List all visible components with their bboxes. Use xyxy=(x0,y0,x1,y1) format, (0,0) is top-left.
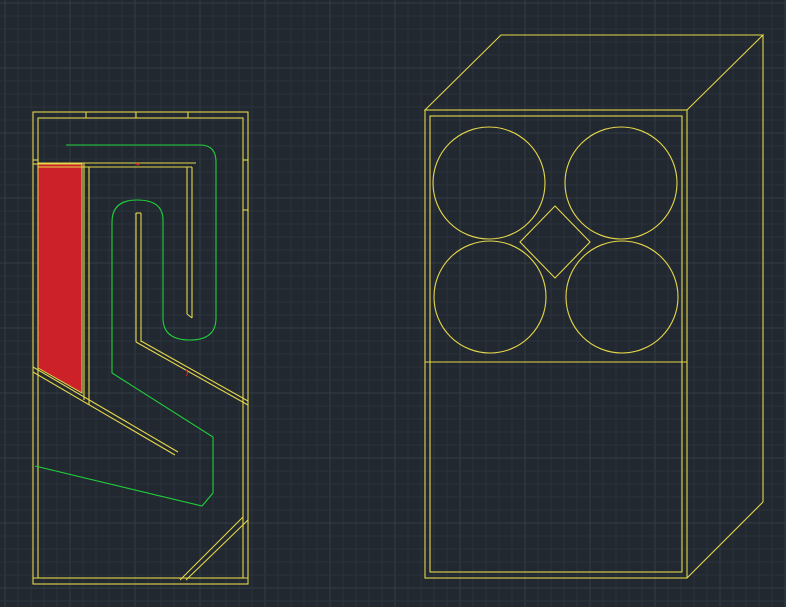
center-port-diamond xyxy=(519,205,591,279)
background-grid xyxy=(0,0,786,607)
driver-top-left xyxy=(432,126,546,240)
cabinet-section-view xyxy=(32,111,249,585)
diagonal-panel xyxy=(135,341,249,406)
cabinet-front-inner xyxy=(429,115,683,573)
driver-bottom-right xyxy=(565,240,679,354)
cabinet-front-outer xyxy=(424,109,688,579)
cabinet-top-face xyxy=(423,34,765,111)
lower-diagonal-panel xyxy=(32,371,176,456)
cabinet-side-edge xyxy=(686,501,764,579)
driver-bottom-left xyxy=(433,240,547,354)
cad-drawing xyxy=(0,0,786,607)
cad-drawing-canvas[interactable] xyxy=(0,0,786,607)
driver-top-right xyxy=(564,126,678,240)
driver-chamber-fill xyxy=(37,163,83,394)
diagonal-panel xyxy=(140,340,249,402)
